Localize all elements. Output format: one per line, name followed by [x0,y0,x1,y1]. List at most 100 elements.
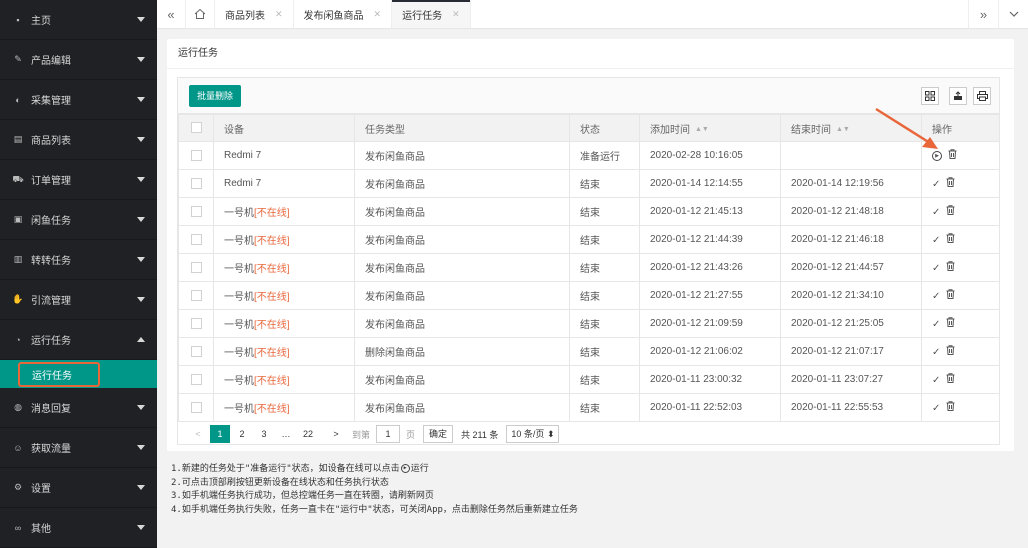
sidebar-item-9[interactable]: ◍ 消息回复 [0,388,157,428]
row-checkbox[interactable] [190,345,202,357]
row-select-cell[interactable] [178,309,214,338]
home-tab-icon[interactable] [186,0,215,28]
trash-icon[interactable] [946,289,955,302]
cell-added: 2020-01-14 12:14:55 [639,169,781,198]
sidebar-item-12[interactable]: ∞ 其他 [0,508,157,548]
tab-publish-xianyu[interactable]: 发布闲鱼商品 ✕ [294,0,393,28]
trash-icon[interactable] [946,401,955,414]
cell-status: 结束 [569,197,640,226]
page-size-select[interactable]: 10 条/页 ⬍ [506,425,560,443]
row-checkbox[interactable] [190,233,202,245]
cell-device: 一号机[不在线] [213,225,355,254]
trash-icon[interactable] [946,373,955,386]
sidebar-item-10[interactable]: ☺ 获取流量 [0,428,157,468]
row-select-cell[interactable] [178,393,214,422]
edit-icon: ✎ [14,54,22,64]
cell-ended: 2020-01-12 21:25:05 [780,309,922,338]
sidebar-item-8[interactable]: ◔ 运行任务 [0,320,157,360]
cell-added: 2020-01-12 21:27:55 [639,281,781,310]
cell-added: 2020-01-12 21:09:59 [639,309,781,338]
tab-menu-chevron-icon[interactable] [998,0,1028,28]
trash-icon[interactable] [946,205,955,218]
row-select-cell[interactable] [178,365,214,394]
page-button-2[interactable]: 2 [232,425,252,443]
row-checkbox[interactable] [190,205,202,217]
row-checkbox[interactable] [190,373,202,385]
row-checkbox[interactable] [190,289,202,301]
sidebar-item-11[interactable]: ⚙ 设置 [0,468,157,508]
trash-icon[interactable] [946,177,955,190]
scroll-right-icon[interactable]: » [968,0,998,28]
columns-grid-icon[interactable] [921,87,939,105]
trash-icon[interactable] [948,149,957,162]
trash-icon[interactable] [946,317,955,330]
page-button-3[interactable]: 3 [254,425,274,443]
message-icon: ◍ [14,402,22,412]
goto-page-input[interactable]: 1 [376,425,401,443]
cell-ended: 2020-01-12 21:44:57 [780,253,922,282]
cell-type: 发布闲鱼商品 [354,169,570,198]
page-button-22[interactable]: 22 [298,425,318,443]
close-icon[interactable]: ✕ [275,9,283,20]
sidebar-item-2[interactable]: ◐ 采集管理 [0,80,157,120]
cell-added: 2020-01-12 21:44:39 [639,225,781,254]
row-select-cell[interactable] [178,169,214,198]
row-select-cell[interactable] [178,197,214,226]
page-title: 运行任务 [167,39,1014,69]
select-all-cell[interactable] [178,114,214,142]
list-icon: ▤ [13,134,23,144]
note-1-suffix: 运行 [410,464,429,474]
export-icon[interactable] [949,87,967,105]
sort-icon[interactable]: ▲▼ [836,126,850,133]
row-select-cell[interactable] [178,337,214,366]
batch-delete-button[interactable]: 批量删除 [189,85,242,107]
sidebar-item-6[interactable]: ▥ 转转任务 [0,240,157,280]
row-select-cell[interactable] [178,281,214,310]
sidebar-subitem-run-task[interactable]: 运行任务 [0,360,157,388]
sidebar-item-5[interactable]: ▣ 闲鱼任务 [0,200,157,240]
row-checkbox[interactable] [190,177,202,189]
device-name: 一号机 [224,236,254,247]
row-checkbox[interactable] [190,261,202,273]
row-select-cell[interactable] [178,225,214,254]
trash-icon[interactable] [946,261,955,274]
offline-tag: [不在线] [254,404,290,415]
cell-device: Redmi 7 [213,141,355,170]
cell-added: 2020-01-12 21:43:26 [639,253,781,282]
check-icon: ✓ [932,207,941,218]
tab-product-list[interactable]: 商品列表 ✕ [215,0,294,28]
row-select-cell[interactable] [178,141,214,170]
trash-icon[interactable] [946,233,955,246]
page-button-1[interactable]: 1 [210,425,230,443]
sidebar-item-label: 产品编辑 [31,56,71,67]
chevron-down-icon [137,137,145,142]
chevron-down-icon [137,97,145,102]
close-icon[interactable]: ✕ [452,9,460,20]
goto-confirm-button[interactable]: 确定 [423,425,454,443]
tab-run-task[interactable]: 运行任务 ✕ [392,0,471,28]
sidebar-item-0[interactable]: ▪ 主页 [0,0,157,40]
sidebar-item-4[interactable]: ⛟ 订单管理 [0,160,157,200]
trash-icon[interactable] [946,345,955,358]
row-checkbox[interactable] [190,317,202,329]
select-all-checkbox[interactable] [190,122,202,134]
row-checkbox[interactable] [190,149,202,161]
sort-icon[interactable]: ▲▼ [695,126,709,133]
prev-page-button[interactable]: < [188,425,208,443]
col-header-added-label: 添加时间 [650,124,690,136]
row-checkbox[interactable] [190,401,202,413]
cell-status: 结束 [569,169,640,198]
note-1-text: 1.新建的任务处于"准备运行"状态，如设备在线可以点击 [171,464,400,474]
col-header-added[interactable]: 添加时间 ▲▼ [639,114,781,142]
collapse-left-icon[interactable]: « [157,0,186,28]
close-icon[interactable]: ✕ [374,9,382,20]
note-1: 1.新建的任务处于"准备运行"状态，如设备在线可以点击 ▶ 运行 [171,463,578,477]
row-select-cell[interactable] [178,253,214,282]
next-page-button[interactable]: > [326,425,346,443]
sidebar-item-3[interactable]: ▤ 商品列表 [0,120,157,160]
sidebar-item-1[interactable]: ✎ 产品编辑 [0,40,157,80]
cell-device: 一号机[不在线] [213,365,355,394]
sidebar-item-7[interactable]: ✋ 引流管理 [0,280,157,320]
print-icon[interactable] [973,87,991,105]
sidebar-item-label: 主页 [31,16,51,27]
